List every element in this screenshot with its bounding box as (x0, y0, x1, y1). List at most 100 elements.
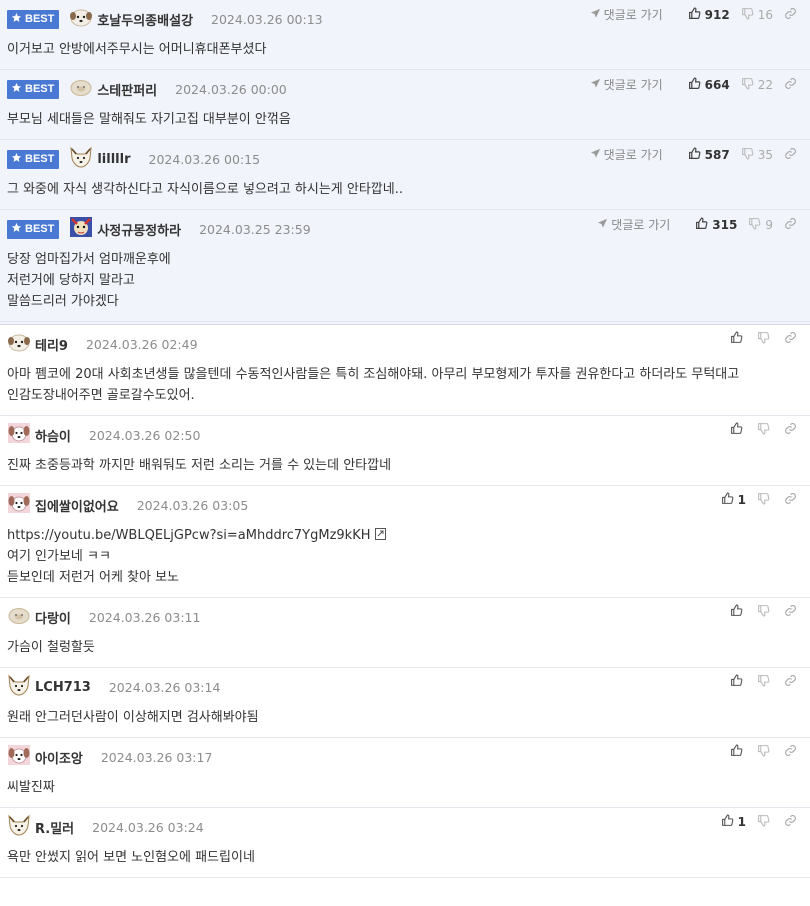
comment-body: 욕만 안썼지 읽어 보면 노인혐오에 패드립이네 (7, 847, 803, 868)
fox-avatar[interactable] (7, 814, 35, 840)
comment-header: 아이조앙 2024.03.26 03:17 (7, 744, 803, 770)
thumbs-up-icon (730, 674, 743, 690)
copy-link-button[interactable] (784, 744, 800, 760)
dislike-button[interactable]: 9 (748, 217, 773, 233)
dislike-button[interactable] (757, 422, 773, 438)
copy-link-button[interactable] (784, 422, 800, 438)
comment-text-line: 원래 안그러던사람이 이상해지면 검사해봐야됨 (7, 710, 259, 725)
like-button[interactable]: 587 (688, 146, 730, 163)
comment-link[interactable]: https://youtu.be/WBLQELjGPcw?si=aMhddrc7… (7, 528, 371, 543)
goto-comment-button[interactable]: 댓글로 가기 (590, 6, 663, 23)
nickname[interactable]: 스테판퍼리 (97, 80, 157, 99)
goto-comment-button[interactable]: 댓글로 가기 (597, 216, 670, 233)
dislike-button[interactable] (757, 331, 773, 347)
dislike-button[interactable] (757, 604, 773, 620)
pink-dog-avatar[interactable] (7, 422, 35, 448)
dislike-button[interactable] (757, 674, 773, 690)
dislike-button[interactable]: 35 (741, 147, 773, 163)
dislike-count: 22 (757, 77, 773, 92)
fox-avatar[interactable] (7, 674, 35, 700)
nickname[interactable]: 하슴이 (35, 426, 71, 445)
like-button[interactable]: 315 (695, 216, 738, 233)
copy-link-button[interactable] (784, 604, 800, 620)
like-count: 315 (712, 217, 738, 232)
best-badge: BEST (7, 149, 60, 169)
copy-link-button[interactable] (784, 217, 800, 233)
nickname[interactable]: 테리9 (35, 335, 68, 354)
goto-comment-button[interactable]: 댓글로 가기 (590, 76, 663, 93)
comment-date: 2024.03.26 03:17 (100, 749, 213, 765)
dislike-count: 9 (765, 217, 773, 232)
comment-item: BEST lillllr 2024.03.26 00:15 댓글로 가기 587 35 그 … (0, 140, 810, 210)
nickname[interactable]: 다랑이 (35, 608, 71, 627)
thumbs-up-icon (721, 492, 734, 508)
nickname[interactable]: 아이조앙 (35, 748, 83, 767)
comment-body: https://youtu.be/WBLQELjGPcw?si=aMhddrc7… (7, 525, 803, 588)
like-count: 587 (704, 147, 730, 162)
dislike-button[interactable]: 22 (741, 77, 773, 93)
like-count: 912 (704, 7, 730, 22)
nickname[interactable]: 호날두의종배설강 (97, 10, 193, 29)
comment-item: 집에쌀이없어요 2024.03.26 03:05 1 https://youtu.be… (0, 486, 810, 598)
pink-dog-avatar[interactable] (7, 744, 35, 770)
dislike-count: 16 (757, 7, 773, 22)
thumbs-up-icon (695, 216, 708, 233)
external-link-icon[interactable] (371, 528, 386, 543)
star-icon (11, 152, 22, 166)
comment-item: 다랑이 2024.03.26 03:11 가슴이 철렁할듯 (0, 598, 810, 668)
nickname[interactable]: 집에쌀이없어요 (35, 496, 119, 515)
copy-link-button[interactable] (784, 814, 800, 830)
like-button[interactable] (730, 422, 746, 438)
copy-link-button[interactable] (784, 77, 800, 93)
comment-actions: 1 (710, 814, 800, 830)
link-icon (784, 674, 797, 690)
send-icon (590, 78, 604, 92)
blob-avatar[interactable] (7, 604, 35, 630)
dislike-button[interactable]: 16 (741, 7, 773, 23)
dog-white-avatar[interactable] (7, 331, 35, 357)
like-button[interactable] (730, 744, 746, 760)
copy-link-button[interactable] (784, 674, 800, 690)
comment-date: 2024.03.26 02:50 (88, 427, 201, 443)
copy-link-button[interactable] (784, 147, 800, 163)
nickname[interactable]: LCH713 (35, 680, 91, 695)
comment-date: 2024.03.26 03:11 (88, 609, 201, 625)
comment-body: 그 와중에 자식 생각하신다고 자식이름으로 넣으려고 하시는게 안타깝네.. (7, 179, 803, 200)
copy-link-button[interactable] (784, 7, 800, 23)
like-button[interactable]: 664 (688, 76, 730, 93)
copy-link-button[interactable] (784, 331, 800, 347)
like-button[interactable] (730, 674, 746, 690)
link-icon (784, 814, 797, 830)
comment-header: 하슴이 2024.03.26 02:50 (7, 422, 803, 448)
blob-avatar[interactable] (69, 76, 97, 102)
comment-body: 아마 펨코에 20대 사회초년생들 많을텐데 수동적인사람들은 특히 조심해야돼… (7, 364, 803, 406)
dislike-button[interactable] (757, 814, 773, 830)
comment-actions: 댓글로 가기 587 35 (590, 146, 800, 163)
goto-comment-button[interactable]: 댓글로 가기 (590, 146, 663, 163)
pink-dog-avatar[interactable] (7, 492, 35, 518)
best-label: BEST (25, 13, 55, 25)
dislike-button[interactable] (757, 492, 773, 508)
nickname[interactable]: R.밀러 (35, 818, 74, 837)
like-count: 1 (737, 493, 746, 507)
like-button[interactable] (730, 604, 746, 620)
comment-text-line: 말씀드리러 가야겠다 (7, 294, 119, 309)
dislike-button[interactable] (757, 744, 773, 760)
copy-link-button[interactable] (784, 492, 800, 508)
like-button[interactable] (730, 331, 746, 347)
thumbs-down-icon (741, 147, 754, 163)
thumbs-down-icon (757, 331, 770, 347)
fox-avatar[interactable] (69, 146, 97, 172)
like-button[interactable]: 1 (721, 814, 746, 830)
comment-text-line: 이거보고 안방에서주무시는 어머니휴대폰부셨다 (7, 42, 267, 57)
like-button[interactable]: 912 (688, 6, 730, 23)
comment-item: R.밀러 2024.03.26 03:24 1 욕만 안썼지 읽어 보면 노인혐오에 … (0, 808, 810, 878)
comment-body: 원래 안그러던사람이 이상해지면 검사해봐야됨 (7, 707, 803, 728)
like-button[interactable]: 1 (721, 492, 746, 508)
dog-white-avatar[interactable] (69, 6, 97, 32)
nickname[interactable]: lillllr (97, 152, 130, 167)
comment-link-line: https://youtu.be/WBLQELjGPcw?si=aMhddrc7… (7, 525, 803, 546)
nickname[interactable]: 사정규몽정하라 (97, 220, 181, 239)
colorful-avatar[interactable] (69, 216, 97, 242)
comment-text-line: 그 와중에 자식 생각하신다고 자식이름으로 넣으려고 하시는게 안타깝네.. (7, 182, 403, 197)
